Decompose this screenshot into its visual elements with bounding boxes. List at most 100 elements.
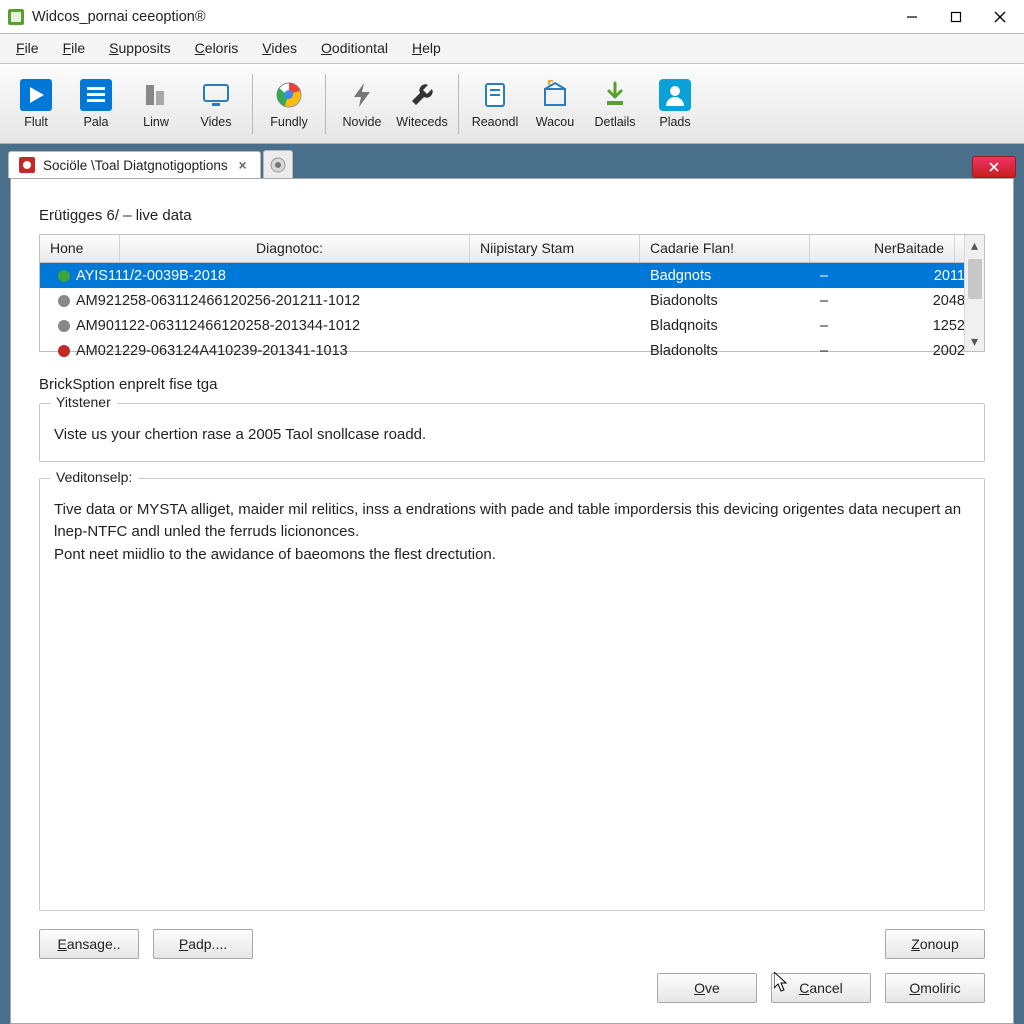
toolbar-plads-button[interactable]: Plads [645,69,705,139]
scroll-down-icon[interactable]: ▾ [965,331,984,351]
window-title: Widcos_pornai ceeoption® [32,9,890,25]
box-icon [539,79,571,111]
wrench-icon [406,79,438,111]
toolbar-label: Reaondl [472,115,519,129]
menu-item[interactable]: File [4,34,51,63]
zonoup-button[interactable]: Zonoup [885,929,985,959]
fieldset-text: Viste us your chertion rase a 2005 Taol … [54,424,970,447]
toolbar-novide-button[interactable]: Novide [332,69,392,139]
app-icon [8,9,24,25]
fieldset-legend: Veditonselp: [50,469,138,485]
ove-button[interactable]: Ove [657,973,757,1003]
padp-button[interactable]: Padp.... [153,929,253,959]
toolbar-label: Novide [343,115,382,129]
toolbar-fundly-button[interactable]: Fundly [259,69,319,139]
toolbar-separator [325,74,326,134]
row-bade: 2002 [830,343,975,359]
row-id: AM921258-063112466120256-201211-1012 [76,293,360,309]
toolbar-vides-button[interactable]: Vides [186,69,246,139]
toolbar-pala-button[interactable]: Pala [66,69,126,139]
col-header-hone-diag[interactable]: Hone Diagnotoc: [40,235,470,262]
col-header-stam[interactable]: Niipistary Stam [470,235,640,262]
row-id: AYIS111/2-0039B-2018 [76,268,226,284]
action-button-row: Eansage.. Padp.... Zonoup [39,929,985,959]
table-heading: Erütigges 6/ – live data [39,207,985,224]
user-icon [659,79,691,111]
toolbar-separator [458,74,459,134]
toolbar-label: Wacou [536,115,574,129]
toolbar-linw-button[interactable]: Linw [126,69,186,139]
toolbar-separator [252,74,253,134]
panel-close-button[interactable] [972,156,1016,178]
bars-icon [80,79,112,111]
row-flan: Bladqnoits [640,318,810,334]
menu-item[interactable]: File [51,34,98,63]
fieldset-yitstener: Yitstener Viste us your chertion rase a … [39,403,985,462]
table-row[interactable]: AM921258-063112466120256-201211-1012Biad… [40,288,984,313]
close-button[interactable] [978,2,1022,32]
fieldset-text: Tive data or MYSTA alliget, maider mil r… [54,499,970,567]
menu-item[interactable]: Vides [250,34,309,63]
toolbar-flult-button[interactable]: Flult [6,69,66,139]
spacer [267,929,871,959]
toolbar-label: Vides [200,115,231,129]
toolbar-wacou-button[interactable]: Wacou [525,69,585,139]
col-header-flan[interactable]: Cadarie Flan! [640,235,810,262]
table-header: Hone Diagnotoc: Niipistary Stam Cadarie … [40,235,984,263]
document-tab[interactable]: Sociöle \Toal Diatgnotigoptions × [8,151,261,178]
row-status-icon [56,268,72,284]
info-tab-button[interactable] [263,150,293,178]
row-status-icon [56,293,72,309]
document-area: Sociöle \Toal Diatgnotigoptions × Erütig… [0,144,1024,1024]
eansage-button[interactable]: Eansage.. [39,929,139,959]
toolbar-label: Linw [143,115,169,129]
note-icon [479,79,511,111]
toolbar-label: Witeceds [396,115,447,129]
scroll-up-icon[interactable]: ▴ [965,235,984,255]
row-bade: 2048 [830,293,975,309]
menu-item[interactable]: Help [400,34,453,63]
fieldset-veditonselp: Veditonselp: Tive data or MYSTA alliget,… [39,478,985,912]
col-header-bade[interactable]: NerBaitade [810,235,955,262]
toolbar-label: Detlails [595,115,636,129]
row-sep: – [810,268,830,284]
menubar: FileFileSuppositsCelorisVidesOoditiontal… [0,34,1024,64]
menu-item[interactable]: Ooditiontal [309,34,400,63]
document-tabbar: Sociöle \Toal Diatgnotigoptions × [0,144,1024,178]
table-row[interactable]: AM901122-063112466120258-201344-1012Blad… [40,313,984,338]
col-header-hone[interactable]: Hone [40,235,120,261]
maximize-button[interactable] [934,2,978,32]
row-bade: 2011 [830,268,975,284]
table-body: AYIS111/2-0039B-2018Badgnots–2011AM92125… [40,263,984,363]
scroll-thumb[interactable] [968,259,982,299]
menu-item[interactable]: Celoris [183,34,251,63]
tab-close-button[interactable]: × [236,158,250,173]
dialog-button-row: Ove Cancel Omoliric [39,959,985,1003]
menu-item[interactable]: Supposits [97,34,183,63]
row-sep: – [810,318,830,334]
row-flan: Badgnots [640,268,810,284]
toolbar-reaondl-button[interactable]: Reaondl [465,69,525,139]
toolbar-detlails-button[interactable]: Detlails [585,69,645,139]
minimize-button[interactable] [890,2,934,32]
col-header-diagnotoc[interactable]: Diagnotoc: [120,240,459,256]
tab-label: Sociöle \Toal Diatgnotigoptions [43,158,228,173]
toolbar-witeceds-button[interactable]: Witeceds [392,69,452,139]
toolbar-label: Plads [659,115,690,129]
table-row[interactable]: AM021229-063124A410239-201341-1013Bladon… [40,338,984,363]
chrome-icon [273,79,305,111]
row-sep: – [810,343,830,359]
cancel-button[interactable]: Cancel [771,973,871,1003]
row-status-icon [56,318,72,334]
building-icon [140,79,172,111]
table-row[interactable]: AYIS111/2-0039B-2018 Badgnots–2011 [40,263,984,288]
data-table: Hone Diagnotoc: Niipistary Stam Cadarie … [39,234,985,352]
row-status-icon [56,343,72,359]
omoliric-button[interactable]: Omoliric [885,973,985,1003]
table-scrollbar[interactable]: ▴ ▾ [964,235,984,351]
download-icon [599,79,631,111]
toolbar-label: Fundly [270,115,308,129]
row-id: AM021229-063124A410239-201341-1013 [76,343,348,359]
toolbar-label: Pala [83,115,108,129]
play-icon [20,79,52,111]
